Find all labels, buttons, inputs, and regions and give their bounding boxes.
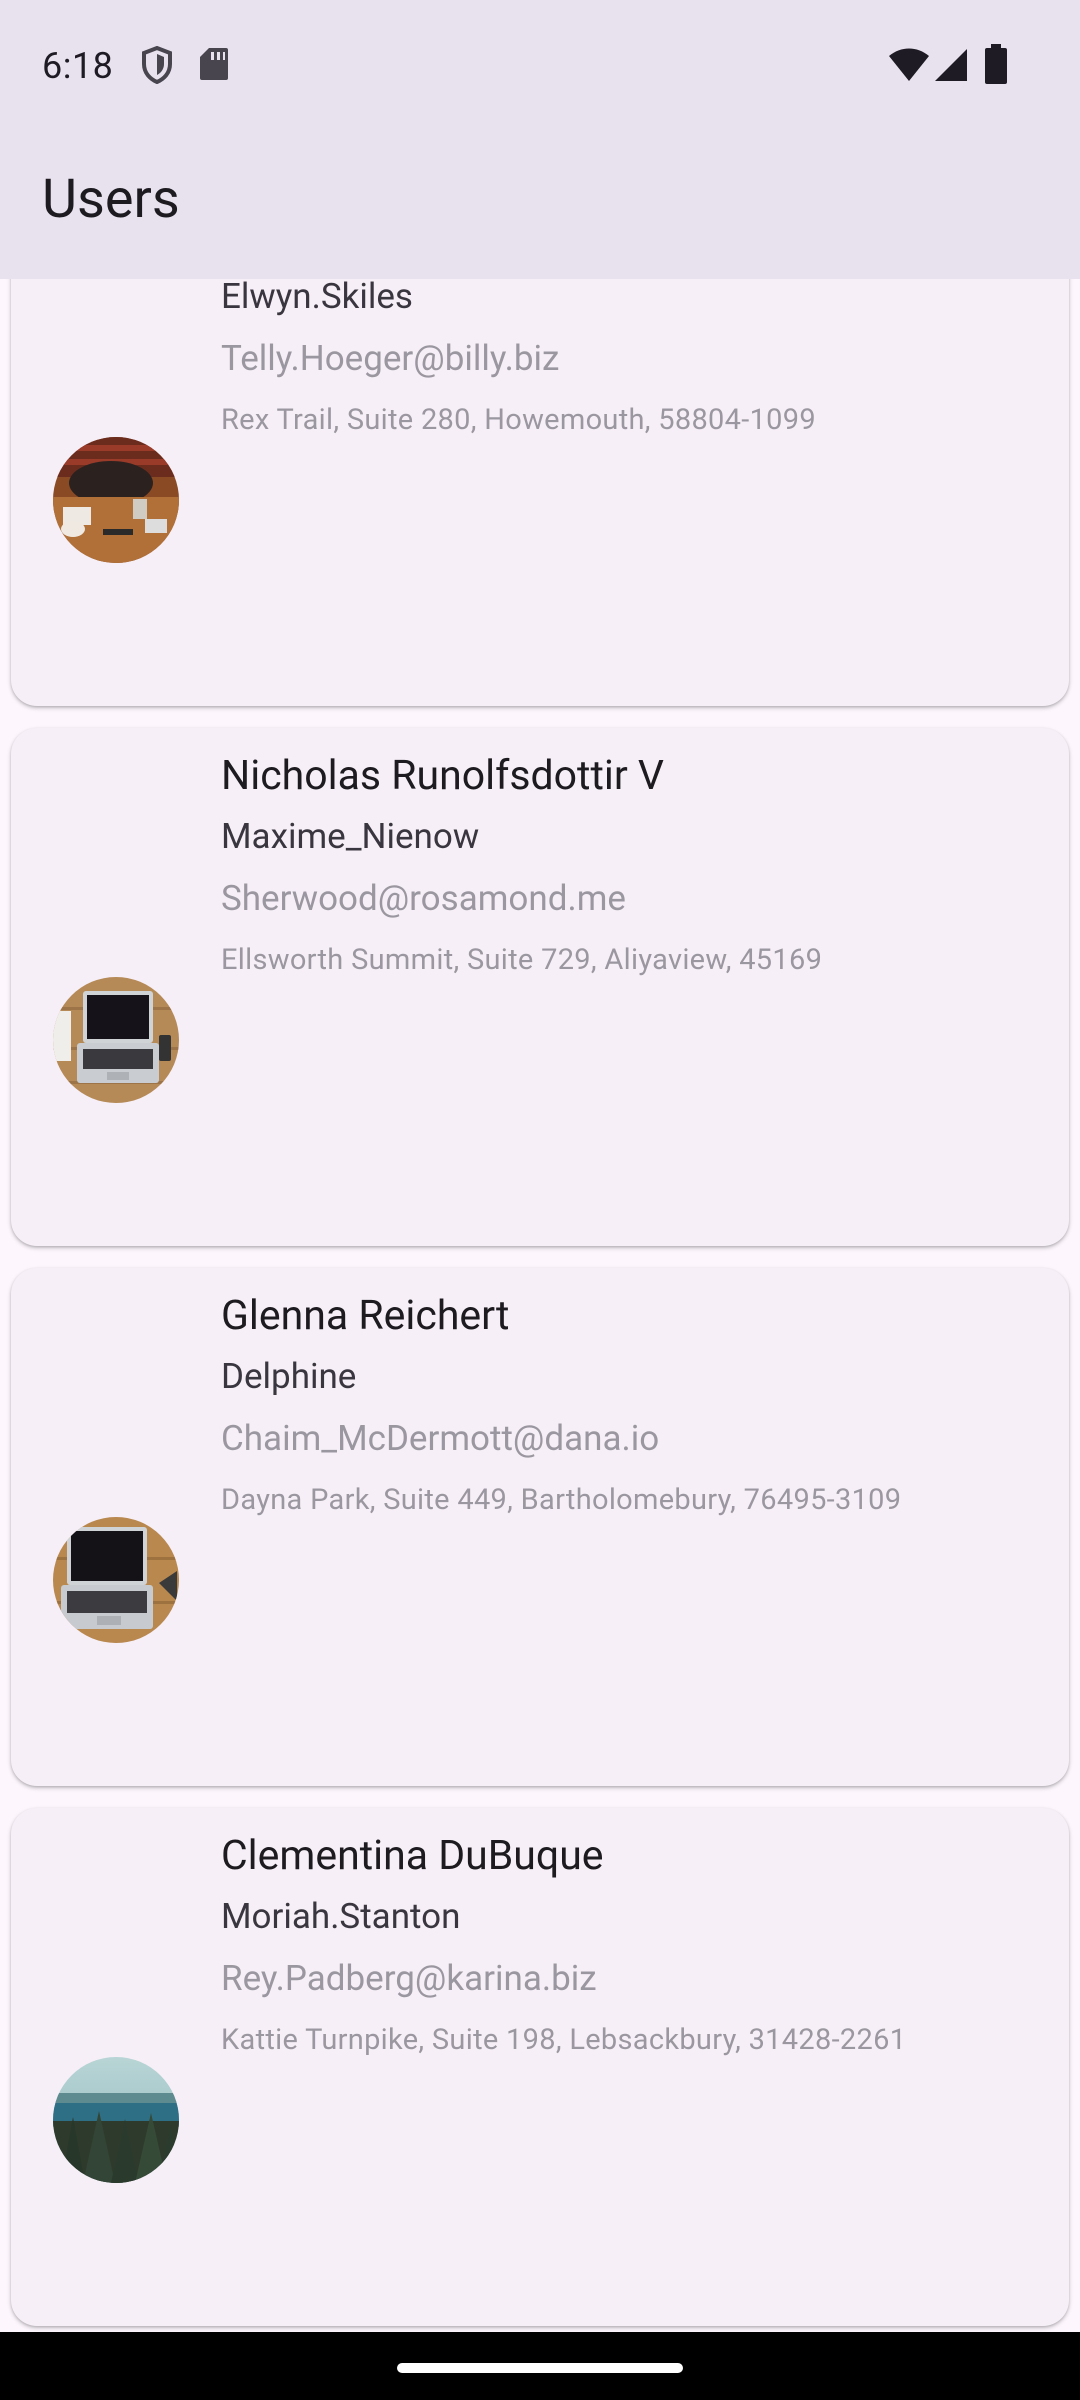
user-email[interactable]: Sherwood@rosamond.me	[221, 878, 626, 919]
user-username: Maxime_Nienow	[221, 816, 480, 857]
user-username: Delphine	[221, 1356, 357, 1397]
laptop-photo-icon	[53, 977, 179, 1103]
desk-photo-icon	[53, 437, 179, 563]
user-name: Glenna Reichert	[221, 1292, 510, 1340]
user-address: Kattie Turnpike, Suite 198, Lebsackbury,…	[221, 2023, 907, 2057]
user-address: Dayna Park, Suite 449, Bartholomebury, 7…	[221, 1483, 902, 1517]
avatar	[53, 977, 179, 1103]
user-email[interactable]: Telly.Hoeger@billy.biz	[221, 338, 559, 379]
user-name: Nicholas Runolfsdottir V	[221, 752, 664, 800]
sd-card-icon	[200, 48, 228, 80]
status-time: 6:18	[42, 45, 114, 87]
user-address: Rex Trail, Suite 280, Howemouth, 58804-1…	[221, 403, 816, 437]
user-email[interactable]: Chaim_McDermott@dana.io	[221, 1418, 659, 1459]
forest-lake-photo-icon	[53, 2057, 179, 2183]
avatar	[53, 437, 179, 563]
home-gesture-handle[interactable]	[397, 2363, 683, 2373]
status-bar: 6:18	[0, 0, 1080, 132]
page-title: Users	[42, 168, 180, 231]
wifi-icon	[889, 48, 929, 81]
top-app-bar: 6:18 Users	[0, 0, 1080, 279]
cellular-signal-icon	[935, 49, 967, 81]
user-card[interactable]: Nicholas Runolfsdottir V Maxime_Nienow S…	[11, 728, 1069, 1246]
laptop-photo-icon	[53, 1517, 179, 1643]
user-address: Ellsworth Summit, Suite 729, Aliyaview, …	[221, 943, 823, 977]
shield-icon	[142, 46, 172, 84]
user-list[interactable]: Elwyn.Skiles Telly.Hoeger@billy.biz Rex …	[0, 0, 1080, 2332]
avatar	[53, 1517, 179, 1643]
user-card[interactable]: Glenna Reichert Delphine Chaim_McDermott…	[11, 1268, 1069, 1786]
user-name: Clementina DuBuque	[221, 1832, 604, 1880]
user-username: Moriah.Stanton	[221, 1896, 461, 1937]
avatar	[53, 2057, 179, 2183]
battery-icon	[985, 44, 1007, 84]
user-email[interactable]: Rey.Padberg@karina.biz	[221, 1958, 597, 1999]
user-username: Elwyn.Skiles	[221, 276, 413, 317]
user-card[interactable]: Clementina DuBuque Moriah.Stanton Rey.Pa…	[11, 1808, 1069, 2326]
